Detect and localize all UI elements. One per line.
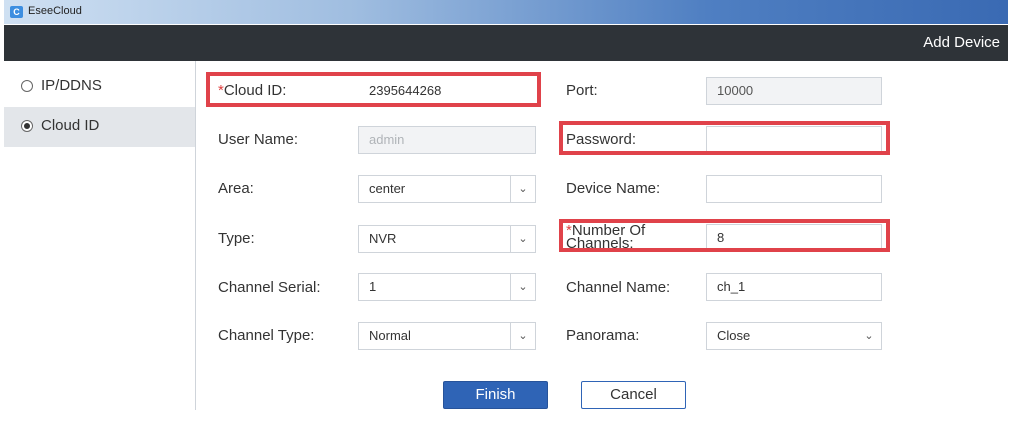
user-name-input[interactable]: admin [358, 126, 536, 154]
dialog-header: Add Device [4, 25, 1008, 61]
chevron-down-icon[interactable]: ⌄ [510, 176, 535, 202]
sidebar: IP/DDNS Cloud ID [4, 61, 196, 410]
device-name-input[interactable] [706, 175, 882, 203]
channel-name-label: Channel Name: [566, 279, 671, 296]
port-input[interactable]: 10000 [706, 77, 882, 105]
cloud-id-label-text: Cloud ID: [223, 82, 287, 99]
channel-serial-select-value: 1 [369, 279, 377, 294]
number-of-channels-input[interactable]: 8 [706, 224, 882, 252]
channel-type-select[interactable]: Normal ⌄ [358, 322, 536, 350]
type-label: Type: [218, 230, 255, 247]
cloud-id-input[interactable]: 2395644268 [358, 77, 534, 105]
type-select[interactable]: NVR ⌄ [358, 225, 536, 253]
chevron-down-icon[interactable]: ⌄ [857, 323, 881, 349]
radio-unselected-icon[interactable] [21, 80, 33, 92]
chevron-down-icon[interactable]: ⌄ [510, 323, 535, 349]
password-input[interactable] [706, 126, 882, 154]
cloud-id-label: *Cloud ID: [218, 82, 286, 99]
channel-serial-label: Channel Serial: [218, 279, 321, 296]
area-select-value: center [369, 181, 406, 196]
channel-serial-select[interactable]: 1 ⌄ [358, 273, 536, 301]
chevron-down-icon[interactable]: ⌄ [510, 226, 535, 252]
area-label: Area: [218, 180, 254, 197]
radio-selected-icon[interactable] [21, 120, 33, 132]
channel-type-label: Channel Type: [218, 327, 315, 344]
app-logo-icon: C [10, 6, 23, 18]
cancel-button[interactable]: Cancel [581, 381, 686, 409]
number-of-channels-label: *Number Of Channels: [566, 224, 694, 250]
page-title: Add Device [923, 34, 1000, 51]
app-title: EseeCloud [28, 5, 82, 17]
finish-button[interactable]: Finish [443, 381, 548, 409]
area-select[interactable]: center ⌄ [358, 175, 536, 203]
panorama-select-value: Close [717, 328, 751, 343]
window-titlebar: C EseeCloud [4, 0, 1008, 24]
sidebar-item-label: Cloud ID [41, 117, 100, 134]
sidebar-item-cloud-id[interactable]: Cloud ID [4, 107, 195, 147]
panorama-label: Panorama: [566, 327, 640, 344]
password-label: Password: [566, 131, 637, 148]
panorama-select[interactable]: Close ⌄ [706, 322, 882, 350]
sidebar-item-ip-ddns[interactable]: IP/DDNS [4, 67, 195, 107]
number-of-channels-label-text: Number Of Channels: [566, 224, 646, 250]
chevron-down-icon[interactable]: ⌄ [510, 274, 535, 300]
port-label: Port: [566, 82, 598, 99]
device-name-label: Device Name: [566, 180, 661, 197]
channel-name-input[interactable]: ch_1 [706, 273, 882, 301]
channel-type-select-value: Normal [369, 328, 411, 343]
type-select-value: NVR [369, 231, 397, 246]
sidebar-item-label: IP/DDNS [41, 77, 102, 94]
user-name-label: User Name: [218, 131, 299, 148]
